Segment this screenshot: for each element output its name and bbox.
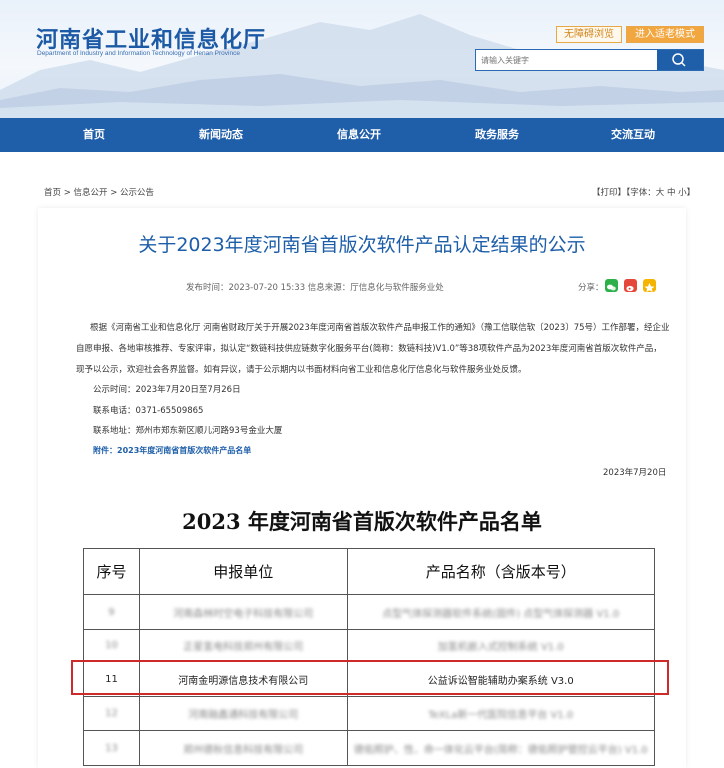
search-box (475, 49, 704, 71)
article-meta: 发布时间：2023-07-20 15:33 信息来源：厅信息化与软件服务业处 (186, 283, 444, 293)
elder-mode-button[interactable]: 进入适老模式 (626, 26, 704, 43)
attachment-link[interactable]: 附件：2023年度河南省首版次软件产品名单 (93, 445, 251, 456)
site-header: 河南省工业和信息化厅 Department of Industry and In… (0, 0, 724, 118)
column-header-no: 序号 (83, 548, 140, 595)
print-font-tools[interactable]: 【打印】【字体：大 中 小】 (592, 186, 695, 198)
column-header-product: 产品名称（含版本号） (346, 548, 656, 595)
row-unit: 河南森林时空电子科技有限公司 (138, 594, 348, 630)
article-body: 根据《河南省工业和信息化厅 河南省财政厅关于开展2023年度河南省首版次软件产品… (76, 318, 670, 381)
table-row: 10 正星氢电科技郑州有限公司 加氢机嵌入式控制系统 V1.0 (83, 629, 656, 662)
table-row: 9 河南森林时空电子科技有限公司 点型气体探测器软件系统(固件) 点型气体探测器… (83, 594, 656, 630)
search-button[interactable] (657, 50, 703, 70)
nav-item-interaction[interactable]: 交流互动 (588, 118, 678, 152)
contact-phone: 联系电话：0371-65509865 (93, 406, 204, 416)
breadcrumb[interactable]: 首页 > 信息公开 > 公示公告 (44, 186, 154, 198)
row-no: 9 (83, 594, 140, 630)
site-title-en: Department of Industry and Information T… (37, 50, 240, 57)
row-no: 10 (83, 629, 140, 662)
wechat-share-icon[interactable] (605, 279, 618, 292)
highlight-box (71, 660, 669, 695)
row-product: 加氢机嵌入式控制系统 V1.0 (346, 629, 656, 662)
accessibility-button[interactable]: 无障碍浏览 (556, 26, 622, 43)
article-body-text: 根据《河南省工业和信息化厅 河南省财政厅关于开展2023年度河南省首版次软件产品… (76, 323, 670, 375)
contact-address: 联系地址：郑州市郑东新区顺儿河路93号金业大厦 (93, 426, 283, 436)
nav-item-gov-services[interactable]: 政务服务 (452, 118, 542, 152)
nav-item-info-disclosure[interactable]: 信息公开 (314, 118, 404, 152)
publicity-period: 公示时间：2023年7月20日至7月26日 (93, 385, 241, 395)
row-unit: 河南融鑫通科技有限公司 (138, 696, 348, 731)
row-unit: 郑州德秋信息科技有限公司 (138, 730, 348, 766)
qzone-share-icon[interactable] (643, 279, 656, 292)
main-nav: 首页 新闻动态 信息公开 政务服务 交流互动 (0, 118, 724, 152)
nav-item-news[interactable]: 新闻动态 (176, 118, 266, 152)
row-product: TeXLa新一代医院信息平台 V1.0 (346, 696, 656, 731)
row-product: 点型气体探测器软件系统(固件) 点型气体探测器 V1.0 (346, 594, 656, 630)
row-product: 德佑照护、性、命一体化云平台(简称：德佑照护管控云平台) V1.0 (346, 730, 656, 766)
article-title: 关于2023年度河南省首版次软件产品认定结果的公示 (138, 234, 586, 256)
column-header-unit: 申报单位 (138, 548, 348, 595)
article-date: 2023年7月20日 (603, 468, 667, 478)
table-row: 12 河南融鑫通科技有限公司 TeXLa新一代医院信息平台 V1.0 (83, 696, 656, 731)
row-unit: 正星氢电科技郑州有限公司 (138, 629, 348, 662)
search-icon (672, 53, 686, 67)
table-row: 13 郑州德秋信息科技有限公司 德佑照护、性、命一体化云平台(简称：德佑照护管控… (83, 730, 656, 766)
search-input[interactable] (476, 50, 658, 70)
product-table: 序号 申报单位 产品名称（含版本号） 9 河南森林时空电子科技有限公司 点型气体… (83, 548, 656, 766)
nav-item-home[interactable]: 首页 (49, 118, 139, 152)
table-header-row: 序号 申报单位 产品名称（含版本号） (83, 548, 656, 595)
row-no: 13 (83, 730, 140, 766)
list-heading: 2023 年度河南省首版次软件产品名单 (182, 509, 542, 534)
share-label: 分享： (578, 283, 604, 293)
row-no: 12 (83, 696, 140, 731)
weibo-share-icon[interactable] (624, 279, 637, 292)
